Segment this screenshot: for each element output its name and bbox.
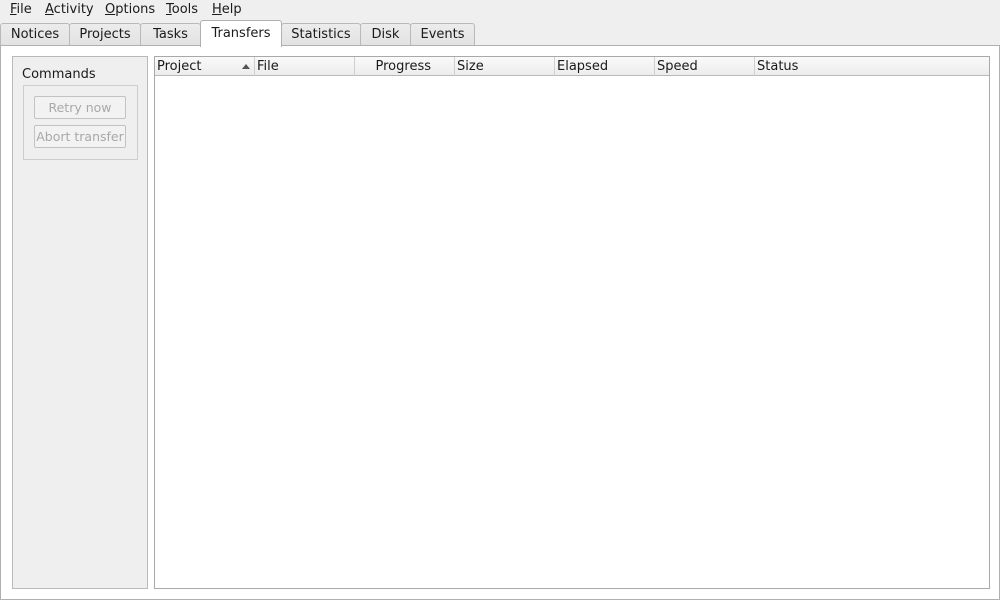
tab-statistics[interactable]: Statistics [281,23,361,46]
transfers-page: Commands Retry now Abort transfer Projec… [1,46,999,599]
tab-strip: Notices Projects Tasks Transfers Statist… [0,20,1000,47]
list-header: Project File Progress Size Elapsed Speed… [155,57,989,76]
menu-bar: File Activity Options Tools Help [0,0,1000,20]
menu-help[interactable]: Help [212,2,242,18]
tab-tasks[interactable]: Tasks [140,23,201,46]
column-status[interactable]: Status [755,57,989,76]
column-file[interactable]: File [255,57,355,76]
tab-projects[interactable]: Projects [69,23,141,46]
column-elapsed[interactable]: Elapsed [555,57,655,76]
column-speed[interactable]: Speed [655,57,755,76]
transfers-list[interactable]: Project File Progress Size Elapsed Speed… [154,56,990,589]
tab-transfers[interactable]: Transfers [200,20,282,47]
column-project[interactable]: Project [155,57,255,76]
abort-transfer-button[interactable]: Abort transfer [34,125,126,148]
tab-disk[interactable]: Disk [360,23,411,46]
menu-activity[interactable]: Activity [45,2,94,18]
sort-ascending-icon [242,64,250,69]
column-progress[interactable]: Progress [355,57,455,76]
column-size[interactable]: Size [455,57,555,76]
tab-events[interactable]: Events [410,23,475,46]
tab-notices[interactable]: Notices [0,23,70,46]
transfers-list-body[interactable] [155,76,989,588]
retry-now-button[interactable]: Retry now [34,96,126,119]
commands-group: Retry now Abort transfer [23,85,138,160]
tab-content-area: Commands Retry now Abort transfer Projec… [0,45,1000,600]
menu-tools[interactable]: Tools [166,2,198,18]
commands-title: Commands [22,67,96,82]
menu-options[interactable]: Options [105,2,155,18]
menu-file[interactable]: File [10,2,32,18]
commands-panel: Commands Retry now Abort transfer [12,56,148,589]
